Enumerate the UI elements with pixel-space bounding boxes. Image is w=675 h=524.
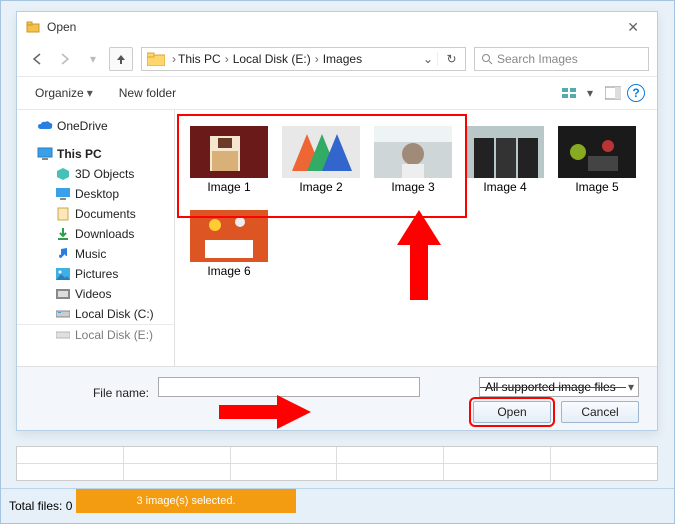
bottom-panel: File name: All supported image files ▾ O… — [17, 366, 657, 430]
thumbnail — [466, 126, 544, 178]
cancel-button[interactable]: Cancel — [561, 401, 639, 423]
address-dropdown[interactable]: ⌄ — [419, 52, 437, 66]
organize-button[interactable]: Organize▾ — [29, 82, 99, 104]
file-label: Image 4 — [483, 178, 526, 200]
filetype-filter[interactable]: All supported image files ▾ — [479, 377, 639, 397]
navigation-tree: OneDrive This PC 3D Objects Desktop Docu… — [17, 110, 175, 366]
search-input[interactable]: Search Images — [474, 47, 649, 71]
download-icon — [55, 226, 71, 242]
tree-videos[interactable]: Videos — [17, 284, 174, 304]
filename-label: File name: — [35, 386, 155, 400]
file-item[interactable]: Image 6 — [183, 204, 275, 284]
cube-icon — [55, 166, 71, 182]
open-dialog: Open ✕ ▾ › This PC › Local Disk (E:) › I… — [16, 11, 658, 431]
annotation-arrow-up — [397, 210, 441, 300]
file-item[interactable]: Image 1 — [183, 120, 275, 200]
monitor-icon — [37, 146, 53, 162]
chevron-down-icon: ▾ — [87, 86, 93, 100]
tree-diske[interactable]: Local Disk (E:) — [17, 324, 174, 345]
picture-icon — [55, 266, 71, 282]
title-bar: Open ✕ — [17, 12, 657, 42]
file-list[interactable]: Image 1 Image 2 Image 3 Image 4 — [175, 110, 657, 366]
help-icon[interactable]: ? — [627, 84, 645, 102]
cloud-icon — [37, 118, 53, 134]
recent-dropdown[interactable]: ▾ — [81, 47, 105, 71]
search-icon — [481, 53, 493, 65]
file-item[interactable]: Image 3 — [367, 120, 459, 200]
thumbnail — [558, 126, 636, 178]
crumb-thispc[interactable]: This PC — [178, 52, 221, 66]
open-button[interactable]: Open — [473, 401, 551, 423]
status-total: Total files: 0 — [9, 499, 72, 513]
tree-3dobjects[interactable]: 3D Objects — [17, 164, 174, 184]
search-placeholder: Search Images — [497, 52, 578, 66]
thumbnail — [190, 126, 268, 178]
file-item[interactable]: Image 2 — [275, 120, 367, 200]
app-icon — [25, 19, 41, 35]
file-item[interactable]: Image 4 — [459, 120, 551, 200]
dialog-body: OneDrive This PC 3D Objects Desktop Docu… — [17, 110, 657, 366]
thumbnail — [190, 210, 268, 262]
file-label: Image 5 — [575, 178, 618, 200]
status-selection: 3 image(s) selected. — [76, 489, 296, 513]
disk-icon — [55, 327, 71, 343]
close-icon[interactable]: ✕ — [617, 17, 649, 38]
status-bar: Total files: 0 3 image(s) selected. — [1, 488, 674, 523]
breadcrumb: This PC › Local Disk (E:) › Images — [178, 52, 362, 66]
tree-diskc[interactable]: Local Disk (C:) — [17, 304, 174, 324]
file-item[interactable]: Image 5 — [551, 120, 643, 200]
chevron-right-icon: › — [170, 52, 178, 66]
tree-music[interactable]: Music — [17, 244, 174, 264]
annotation-arrow-right — [219, 395, 311, 429]
app-window: Open ✕ ▾ › This PC › Local Disk (E:) › I… — [0, 0, 675, 524]
refresh-button[interactable]: ↻ — [437, 52, 465, 66]
nav-bar: ▾ › This PC › Local Disk (E:) › Images ⌄… — [17, 42, 657, 76]
tree-documents[interactable]: Documents — [17, 204, 174, 224]
background-grid — [16, 446, 658, 481]
video-icon — [55, 286, 71, 302]
crumb-disk[interactable]: Local Disk (E:) — [233, 52, 311, 66]
chevron-down-icon: ▾ — [624, 380, 638, 394]
forward-button[interactable] — [53, 47, 77, 71]
chevron-right-icon: › — [223, 52, 231, 66]
tree-thispc[interactable]: This PC — [17, 144, 174, 164]
annotation-strike — [480, 387, 626, 388]
tree-desktop[interactable]: Desktop — [17, 184, 174, 204]
document-icon — [55, 206, 71, 222]
file-label: Image 1 — [207, 178, 250, 200]
back-button[interactable] — [25, 47, 49, 71]
chevron-down-icon: ▾ — [587, 86, 593, 100]
file-label: Image 6 — [207, 262, 250, 284]
crumb-folder[interactable]: Images — [323, 52, 362, 66]
chevron-right-icon: › — [313, 52, 321, 66]
command-bar: Organize▾ New folder ▾ ? — [17, 76, 657, 110]
view-button[interactable]: ▾ — [556, 82, 599, 104]
folder-icon — [146, 49, 166, 69]
new-folder-button[interactable]: New folder — [113, 82, 182, 104]
window-title: Open — [47, 20, 617, 34]
tree-onedrive[interactable]: OneDrive — [17, 116, 174, 136]
music-icon — [55, 246, 71, 262]
dialog-buttons: Open Cancel — [473, 401, 639, 423]
file-label: Image 3 — [391, 178, 434, 200]
desktop-icon — [55, 186, 71, 202]
thumbnail — [282, 126, 360, 178]
thumbnail — [374, 126, 452, 178]
filename-input[interactable] — [158, 377, 420, 397]
preview-pane-button[interactable] — [599, 82, 627, 104]
disk-icon — [55, 306, 71, 322]
tree-pictures[interactable]: Pictures — [17, 264, 174, 284]
address-bar[interactable]: › This PC › Local Disk (E:) › Images ⌄ ↻ — [141, 47, 466, 71]
up-button[interactable] — [109, 47, 133, 71]
tree-downloads[interactable]: Downloads — [17, 224, 174, 244]
file-label: Image 2 — [299, 178, 342, 200]
